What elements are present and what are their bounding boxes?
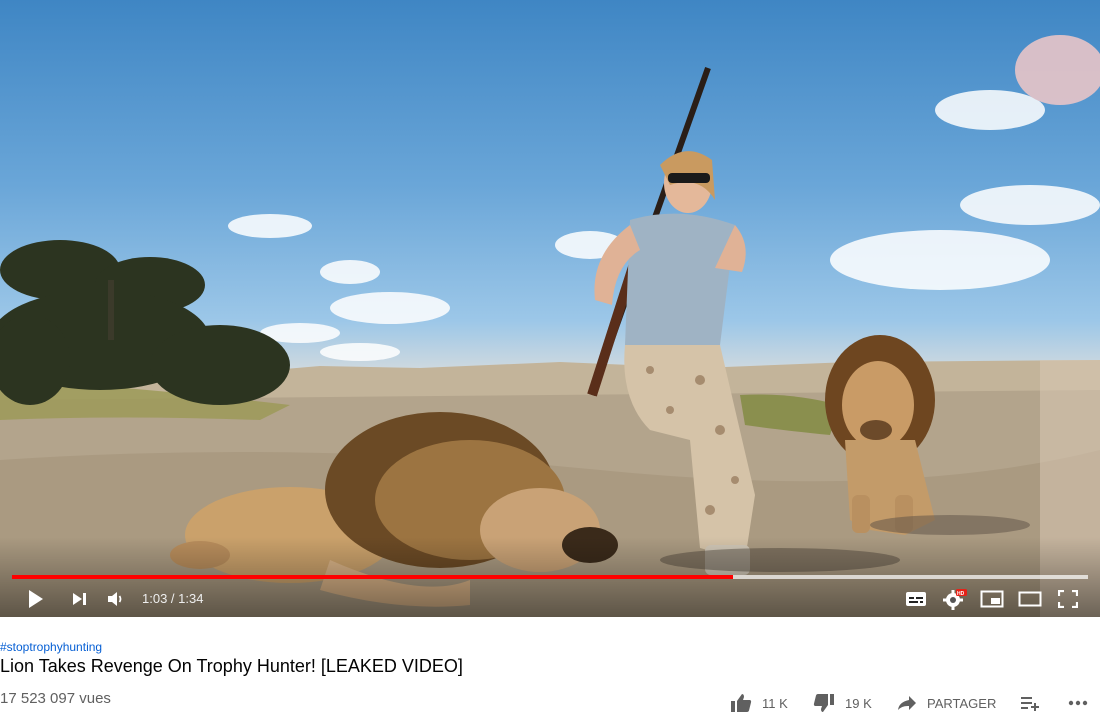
miniplayer-button[interactable] — [978, 582, 1006, 616]
thumb-down-icon — [813, 694, 834, 712]
hashtag-link[interactable]: #stoptrophyhunting — [0, 640, 102, 654]
theater-icon — [1018, 591, 1042, 607]
video-title: Lion Takes Revenge On Trophy Hunter! [LE… — [0, 656, 463, 676]
skip-next-icon — [73, 593, 86, 605]
thumb-up-icon — [731, 694, 752, 712]
volume-button[interactable] — [104, 582, 128, 616]
more-actions-button[interactable] — [1068, 692, 1088, 714]
theater-mode-button[interactable] — [1016, 582, 1044, 616]
add-to-playlist-icon — [1021, 697, 1039, 711]
fullscreen-icon — [1058, 590, 1078, 608]
view-count: 17 523 097 vues — [0, 690, 111, 707]
player-controls: 1:03 / 1:34 HD — [0, 582, 1100, 616]
subtitles-button[interactable] — [902, 582, 930, 616]
more-icon — [1068, 700, 1088, 706]
like-count: 11 K — [762, 695, 788, 711]
play-button[interactable] — [24, 582, 48, 616]
dislike-count: 19 K — [845, 695, 872, 711]
time-display: 1:03 / 1:34 — [142, 591, 204, 606]
progress-bar[interactable] — [12, 575, 1088, 579]
next-button[interactable] — [68, 582, 92, 616]
save-to-playlist-button[interactable] — [1020, 692, 1040, 714]
share-icon — [898, 696, 916, 710]
video-player[interactable]: 1:03 / 1:34 HD — [0, 0, 1100, 617]
share-button[interactable]: PARTAGER — [897, 692, 996, 714]
settings-button[interactable]: HD — [940, 582, 970, 616]
dislike-button[interactable]: 19 K — [813, 692, 872, 714]
volume-icon — [108, 592, 122, 606]
hd-badge: HD — [957, 591, 965, 597]
progress-played — [12, 575, 733, 579]
miniplayer-icon — [980, 590, 1004, 608]
play-icon — [29, 590, 43, 608]
fullscreen-button[interactable] — [1054, 582, 1082, 616]
subtitles-icon — [906, 592, 926, 606]
video-frame — [0, 35, 1100, 617]
share-label: PARTAGER — [927, 695, 997, 711]
like-button[interactable]: 11 K — [730, 692, 788, 714]
